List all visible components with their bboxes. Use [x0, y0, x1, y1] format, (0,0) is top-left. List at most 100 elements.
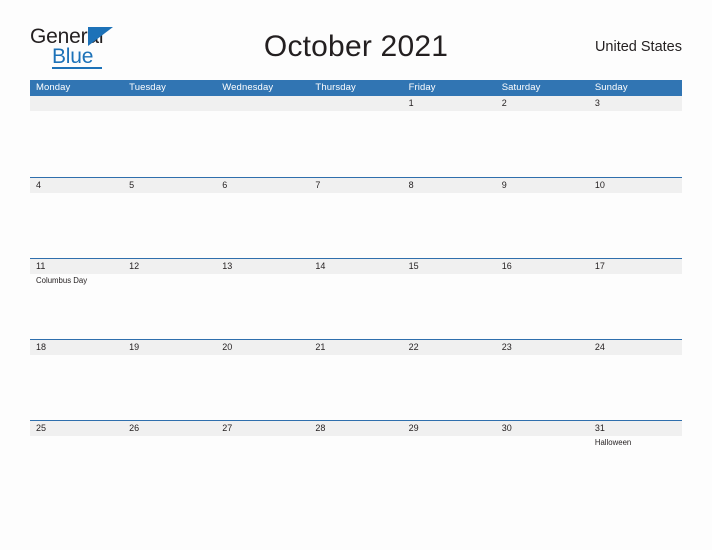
day-cell[interactable]: [496, 436, 589, 500]
weekday-header-saturday: Saturday: [501, 82, 541, 93]
day-number[interactable]: 17: [589, 259, 682, 274]
day-number[interactable]: 28: [309, 421, 402, 436]
weekday-header-sunday: Sunday: [594, 82, 628, 93]
day-cell[interactable]: [123, 274, 216, 338]
day-cell[interactable]: [216, 436, 309, 500]
day-cell[interactable]: [496, 111, 589, 175]
day-number[interactable]: 19: [123, 340, 216, 355]
day-cell[interactable]: [216, 355, 309, 419]
day-number[interactable]: 16: [496, 259, 589, 274]
day-number[interactable]: 2: [496, 96, 589, 111]
day-number[interactable]: 31: [589, 421, 682, 436]
day-cell[interactable]: [403, 436, 496, 500]
day-number[interactable]: 20: [216, 340, 309, 355]
calendar-grid: Monday Tuesday Wednesday Thursday Friday Satu…: [30, 80, 682, 501]
day-cell[interactable]: [309, 274, 402, 338]
calendar-week-row: 4 5 6 7 8 9 10: [30, 177, 682, 258]
calendar-week-row: 11 12 13 14 15 16 17 Columbus Day: [30, 258, 682, 339]
day-cell[interactable]: [589, 355, 682, 419]
day-number[interactable]: 18: [30, 340, 123, 355]
day-event-label: Columbus Day: [36, 276, 88, 285]
week-date-band: 18 19 20 21 22 23 24: [30, 340, 682, 355]
day-number[interactable]: [309, 96, 402, 111]
day-number[interactable]: [216, 96, 309, 111]
weekday-header-row: Monday Tuesday Wednesday Thursday Friday Satu…: [30, 80, 682, 96]
week-event-body: Halloween: [30, 436, 682, 500]
day-cell[interactable]: [216, 111, 309, 175]
week-date-band: 4 5 6 7 8 9 10: [30, 178, 682, 193]
day-number[interactable]: 12: [123, 259, 216, 274]
day-cell[interactable]: [30, 436, 123, 500]
day-cell[interactable]: [309, 193, 402, 257]
calendar-page: General Blue October 2021 United States …: [0, 0, 712, 550]
day-cell[interactable]: [403, 274, 496, 338]
day-cell[interactable]: Columbus Day: [30, 274, 123, 338]
day-cell[interactable]: [216, 274, 309, 338]
day-number[interactable]: 29: [403, 421, 496, 436]
day-number[interactable]: 10: [589, 178, 682, 193]
day-cell[interactable]: [403, 193, 496, 257]
day-cell[interactable]: [496, 274, 589, 338]
country-label: United States: [594, 39, 682, 55]
day-cell[interactable]: [309, 355, 402, 419]
day-cell[interactable]: [309, 111, 402, 175]
day-cell[interactable]: [403, 355, 496, 419]
day-event-label: Halloween: [594, 438, 632, 447]
calendar-weeks: 1 2 3 4 5 6 7 8 9 10 11 12 13 14 15 16 17 Columbus Day 18 1…: [30, 96, 682, 501]
calendar-week-row: 123: [30, 96, 682, 177]
day-cell[interactable]: [589, 193, 682, 257]
day-number[interactable]: 3: [589, 96, 682, 111]
page-title: October 2021: [263, 30, 449, 63]
day-number[interactable]: 22: [403, 340, 496, 355]
week-event-body: [30, 193, 682, 257]
day-cell[interactable]: [309, 436, 402, 500]
day-cell[interactable]: [123, 111, 216, 175]
calendar-week-row: 25 26 27 28 29 30 31 Halloween: [30, 420, 682, 501]
day-number[interactable]: 14: [309, 259, 402, 274]
weekday-header-tuesday: Tuesday: [129, 82, 166, 93]
day-cell[interactable]: Halloween: [589, 436, 682, 500]
day-number[interactable]: 25: [30, 421, 123, 436]
day-cell[interactable]: [403, 111, 496, 175]
day-cell[interactable]: [123, 436, 216, 500]
day-number[interactable]: 5: [123, 178, 216, 193]
weekday-header-friday: Friday: [408, 82, 436, 93]
week-date-band: 123: [30, 96, 682, 111]
day-number[interactable]: 21: [309, 340, 402, 355]
day-number[interactable]: 8: [403, 178, 496, 193]
day-number[interactable]: 6: [216, 178, 309, 193]
day-number[interactable]: 15: [403, 259, 496, 274]
day-number[interactable]: 9: [496, 178, 589, 193]
week-event-body: Columbus Day: [30, 274, 682, 338]
day-cell[interactable]: [496, 355, 589, 419]
day-number[interactable]: 1: [403, 96, 496, 111]
day-number[interactable]: 7: [309, 178, 402, 193]
day-number[interactable]: 27: [216, 421, 309, 436]
day-cell[interactable]: [216, 193, 309, 257]
day-number[interactable]: 4: [30, 178, 123, 193]
calendar-week-row: 18 19 20 21 22 23 24: [30, 339, 682, 420]
day-cell[interactable]: [496, 193, 589, 257]
day-number[interactable]: 26: [123, 421, 216, 436]
week-date-band: 11 12 13 14 15 16 17: [30, 259, 682, 274]
day-number[interactable]: 30: [496, 421, 589, 436]
weekday-header-thursday: Thursday: [315, 82, 356, 93]
week-event-body: [30, 355, 682, 419]
day-number[interactable]: 23: [496, 340, 589, 355]
day-cell[interactable]: [30, 355, 123, 419]
day-cell[interactable]: [30, 193, 123, 257]
day-cell[interactable]: [123, 193, 216, 257]
day-cell[interactable]: [589, 111, 682, 175]
weekday-header-monday: Monday: [36, 82, 71, 93]
week-date-band: 25 26 27 28 29 30 31: [30, 421, 682, 436]
day-cell[interactable]: [30, 111, 123, 175]
day-number[interactable]: [30, 96, 123, 111]
week-event-body: [30, 111, 682, 175]
page-header: General Blue October 2021 United States: [30, 24, 682, 72]
day-cell[interactable]: [123, 355, 216, 419]
day-number[interactable]: 11: [30, 259, 123, 274]
day-number[interactable]: [123, 96, 216, 111]
day-number[interactable]: 13: [216, 259, 309, 274]
day-cell[interactable]: [589, 274, 682, 338]
day-number[interactable]: 24: [589, 340, 682, 355]
